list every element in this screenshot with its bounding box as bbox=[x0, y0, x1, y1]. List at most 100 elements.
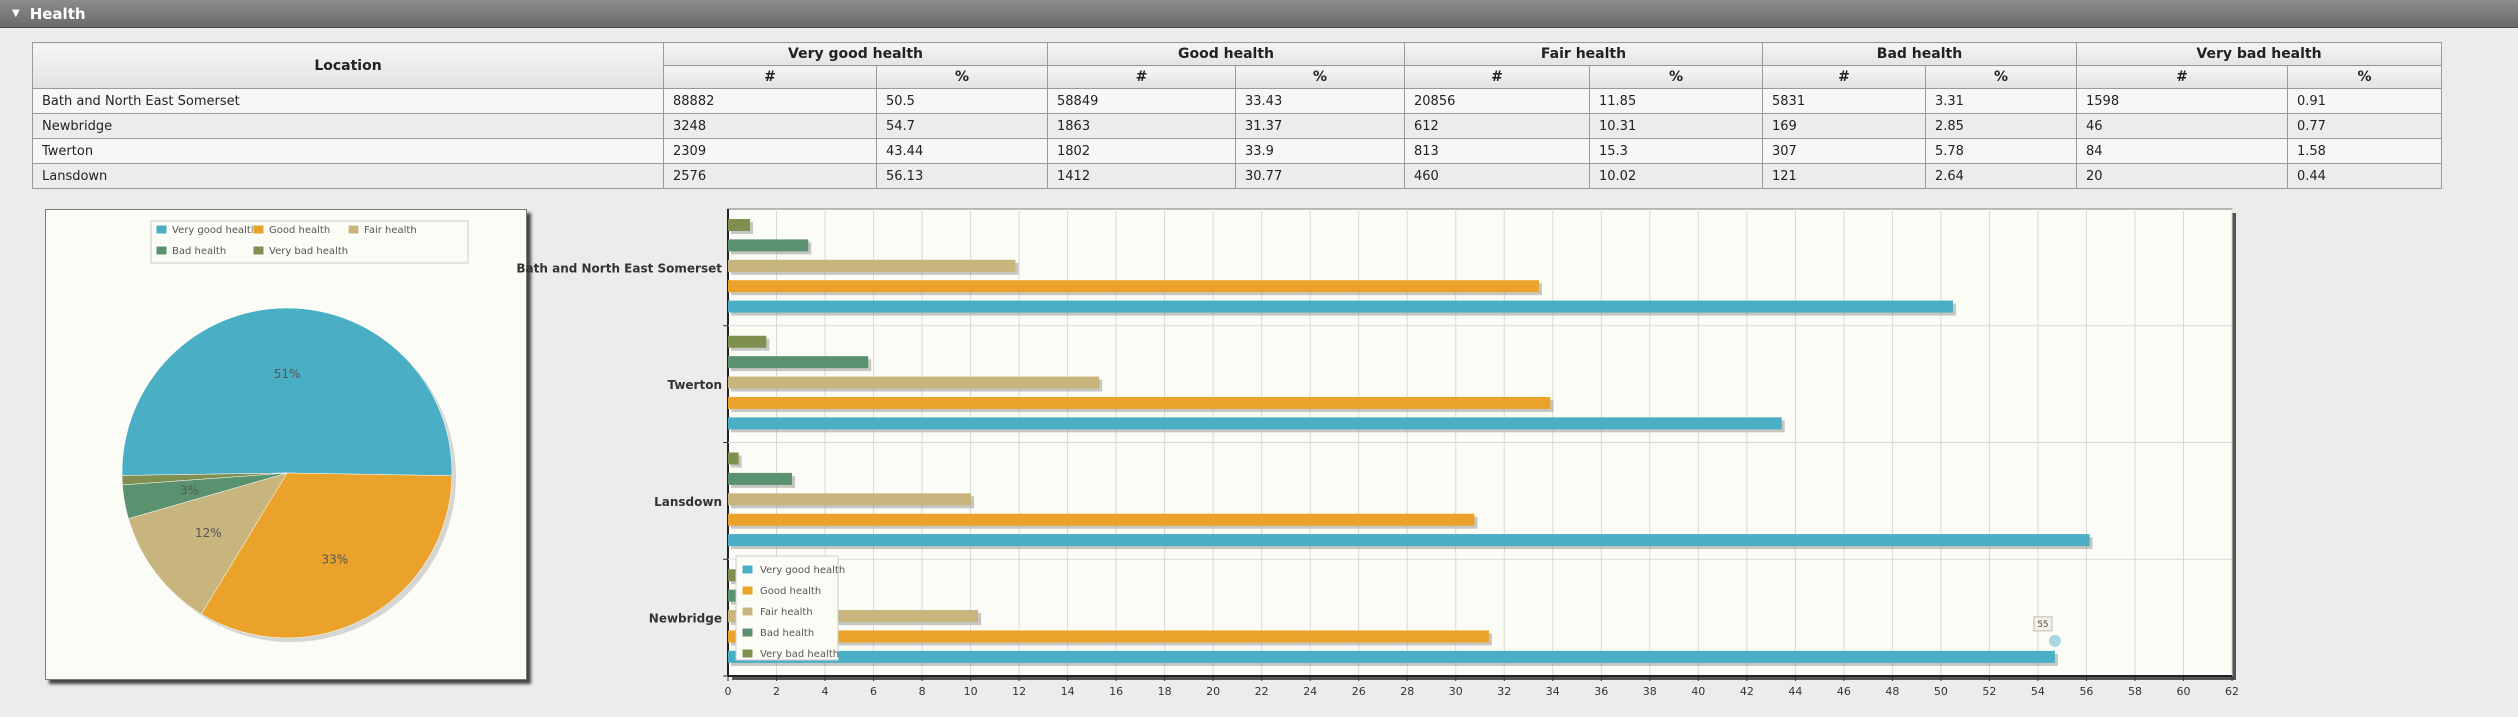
percent-cell: 0.77 bbox=[2287, 113, 2442, 139]
x-tick-label: 38 bbox=[1643, 685, 1657, 698]
count-cell: 1802 bbox=[1047, 138, 1236, 164]
bar-fair-health-twerton[interactable] bbox=[728, 376, 1100, 389]
location-cell: Bath and North East Somerset bbox=[32, 88, 664, 114]
x-tick-label: 44 bbox=[1788, 685, 1802, 698]
bar-very-good-health-lansdown[interactable] bbox=[728, 534, 2090, 547]
x-tick-label: 62 bbox=[2225, 685, 2239, 698]
x-tick-label: 40 bbox=[1691, 685, 1705, 698]
column-header-very-good-health[interactable]: Very good health bbox=[663, 42, 1048, 66]
x-tick-label: 22 bbox=[1255, 685, 1269, 698]
subheader-count: # bbox=[2076, 65, 2288, 89]
x-tick-label: 28 bbox=[1400, 685, 1414, 698]
legend-item-very-bad-health[interactable]: Very bad health bbox=[269, 246, 348, 257]
legend-item-very-good-health[interactable]: Very good health bbox=[172, 225, 257, 236]
x-tick-label: 16 bbox=[1109, 685, 1123, 698]
legend-item-good-health[interactable]: Good health bbox=[760, 586, 821, 597]
legend-item-bad-health[interactable]: Bad health bbox=[760, 628, 814, 639]
bar-bad-health-twerton[interactable] bbox=[728, 356, 869, 369]
column-header-location[interactable]: Location bbox=[32, 42, 664, 89]
pie-chart-panel: Very good health Good health Fair health Ba… bbox=[45, 209, 527, 680]
subheader-percent: % bbox=[876, 65, 1048, 89]
bar-very-good-health-bath-and-north-east-somerset[interactable] bbox=[728, 300, 1954, 313]
bar-fair-health-lansdown[interactable] bbox=[728, 493, 972, 506]
x-tick-label: 34 bbox=[1546, 685, 1560, 698]
subheader-percent: % bbox=[2287, 65, 2442, 89]
x-tick-label: 42 bbox=[1740, 685, 1754, 698]
count-cell: 3248 bbox=[663, 113, 877, 139]
legend-item-fair-health[interactable]: Fair health bbox=[760, 607, 813, 618]
bar-bad-health-lansdown[interactable] bbox=[728, 472, 793, 485]
bar-good-health-lansdown[interactable] bbox=[728, 513, 1475, 526]
subheader-count: # bbox=[663, 65, 877, 89]
x-tick-label: 2 bbox=[773, 685, 780, 698]
x-tick-label: 24 bbox=[1303, 685, 1317, 698]
count-cell: 307 bbox=[1762, 138, 1926, 164]
count-cell: 169 bbox=[1762, 113, 1926, 139]
subheader-count: # bbox=[1047, 65, 1236, 89]
bar-good-health-newbridge[interactable] bbox=[728, 630, 1489, 643]
legend-item-good-health[interactable]: Good health bbox=[269, 225, 330, 236]
location-cell: Lansdown bbox=[32, 163, 664, 189]
count-cell: 84 bbox=[2076, 138, 2288, 164]
bar-very-good-health-newbridge[interactable] bbox=[728, 650, 2055, 663]
x-tick-label: 60 bbox=[2176, 685, 2190, 698]
pie-legend: Very good health Good health Fair health Ba… bbox=[150, 220, 469, 264]
x-tick-label: 30 bbox=[1449, 685, 1463, 698]
column-header-good-health[interactable]: Good health bbox=[1047, 42, 1405, 66]
section-header-health[interactable]: ▼ Health bbox=[0, 0, 2518, 28]
x-tick-label: 26 bbox=[1352, 685, 1366, 698]
subheader-percent: % bbox=[1235, 65, 1405, 89]
percent-cell: 43.44 bbox=[876, 138, 1048, 164]
bar-very-bad-health-twerton[interactable] bbox=[728, 335, 767, 348]
bar-very-bad-health-bath-and-north-east-somerset[interactable] bbox=[728, 219, 751, 231]
legend-item-bad-health[interactable]: Bad health bbox=[172, 246, 226, 257]
bar-fair-health-bath-and-north-east-somerset[interactable] bbox=[728, 259, 1016, 272]
percent-cell: 54.7 bbox=[876, 113, 1048, 139]
percent-cell: 1.58 bbox=[2287, 138, 2442, 164]
y-category-label: Twerton bbox=[667, 378, 722, 392]
legend-swatch-bad-health bbox=[741, 627, 754, 638]
bar-chart: 0 2 4 6 8 10 12 14 16 18 20 22 24 26 28 30 32 34 36 38 40 42 4… bbox=[516, 208, 2239, 698]
percent-cell: 33.9 bbox=[1235, 138, 1405, 164]
count-cell: 1598 bbox=[2076, 88, 2288, 114]
legend-swatch-very-good-health bbox=[155, 224, 168, 235]
x-tick-label: 46 bbox=[1837, 685, 1851, 698]
subheader-count: # bbox=[1762, 65, 1926, 89]
percent-cell: 30.77 bbox=[1235, 163, 1405, 189]
column-header-bad-health[interactable]: Bad health bbox=[1762, 42, 2077, 66]
pie-label-bad-health: 3% bbox=[180, 483, 199, 497]
hover-point[interactable] bbox=[2048, 634, 2061, 647]
x-tick-label: 36 bbox=[1594, 685, 1608, 698]
collapse-arrow-icon[interactable]: ▼ bbox=[12, 8, 20, 19]
x-tick-label: 18 bbox=[1158, 685, 1172, 698]
tooltip-label: 55 bbox=[2037, 620, 2048, 630]
x-tick-label: 58 bbox=[2128, 685, 2142, 698]
bar-very-good-health-twerton[interactable] bbox=[728, 417, 1782, 430]
percent-cell: 2.64 bbox=[1925, 163, 2077, 189]
count-cell: 460 bbox=[1404, 163, 1590, 189]
column-header-very-bad-health[interactable]: Very bad health bbox=[2076, 42, 2442, 66]
bar-very-bad-health-lansdown[interactable] bbox=[728, 452, 739, 465]
legend-item-fair-health[interactable]: Fair health bbox=[364, 225, 417, 236]
bar-good-health-twerton[interactable] bbox=[728, 396, 1551, 409]
table-row: Newbridge 3248 54.7 1863 31.37 612 10.31 169 2.8… bbox=[32, 113, 2442, 139]
column-header-fair-health[interactable]: Fair health bbox=[1404, 42, 1763, 66]
x-tick-label: 50 bbox=[1934, 685, 1948, 698]
x-tick-label: 52 bbox=[1982, 685, 1996, 698]
subheader-percent: % bbox=[1589, 65, 1763, 89]
table-row: Twerton 2309 43.44 1802 33.9 813 15.3 307 5.78 84… bbox=[32, 138, 2442, 164]
pie-slice-very-good-health[interactable] bbox=[121, 307, 453, 476]
bar-bad-health-bath-and-north-east-somerset[interactable] bbox=[728, 239, 809, 252]
y-category-label: Newbridge bbox=[649, 612, 722, 626]
legend-item-very-bad-health[interactable]: Very bad health bbox=[760, 649, 839, 660]
count-cell: 20 bbox=[2076, 163, 2288, 189]
percent-cell: 2.85 bbox=[1925, 113, 2077, 139]
x-tick-label: 4 bbox=[822, 685, 829, 698]
count-cell: 2576 bbox=[663, 163, 877, 189]
subheader-count: # bbox=[1404, 65, 1590, 89]
location-cell: Newbridge bbox=[32, 113, 664, 139]
bar-good-health-bath-and-north-east-somerset[interactable] bbox=[728, 280, 1539, 293]
legend-item-very-good-health[interactable]: Very good health bbox=[760, 565, 845, 576]
location-cell: Twerton bbox=[32, 138, 664, 164]
count-cell: 121 bbox=[1762, 163, 1926, 189]
